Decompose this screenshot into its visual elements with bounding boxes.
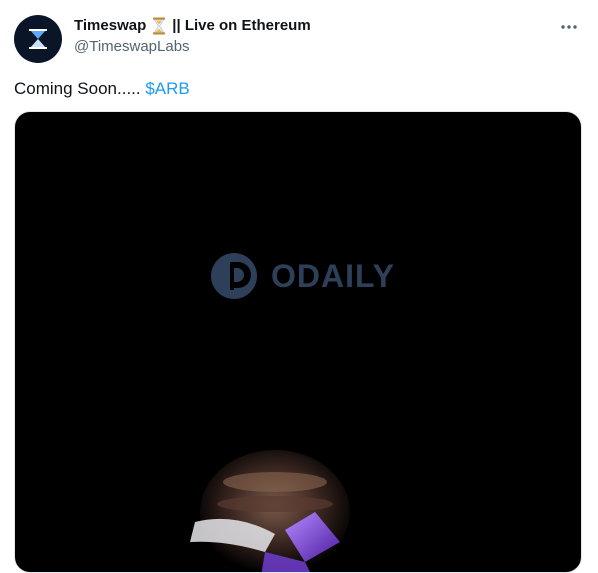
tweet-body: Coming Soon..... [14,79,146,98]
watermark-text: ODAILY [271,257,395,294]
display-name-suffix: || Live on Ethereum [172,17,311,34]
avatar[interactable] [14,15,62,63]
tweet-card: Timeswap || Live on Ethereum @TimeswapLa… [0,0,598,573]
cashtag-link[interactable]: $ARB [145,79,189,98]
video-frame-artwork [190,450,350,572]
timeswap-logo-icon [29,29,47,49]
display-name[interactable]: Timeswap [74,16,146,36]
hourglass-icon [152,17,166,35]
media-video[interactable]: ODAILY [14,111,582,573]
display-name-row[interactable]: Timeswap || Live on Ethereum [74,16,311,36]
odaily-logo-icon [211,253,257,299]
author-block: Timeswap || Live on Ethereum @TimeswapLa… [74,16,311,57]
watermark: ODAILY [210,252,395,300]
author-handle[interactable]: @TimeswapLabs [74,37,311,57]
more-options-button[interactable] [558,16,580,38]
tweet-text: Coming Soon..... $ARB [14,78,190,100]
more-options-icon [561,25,577,29]
